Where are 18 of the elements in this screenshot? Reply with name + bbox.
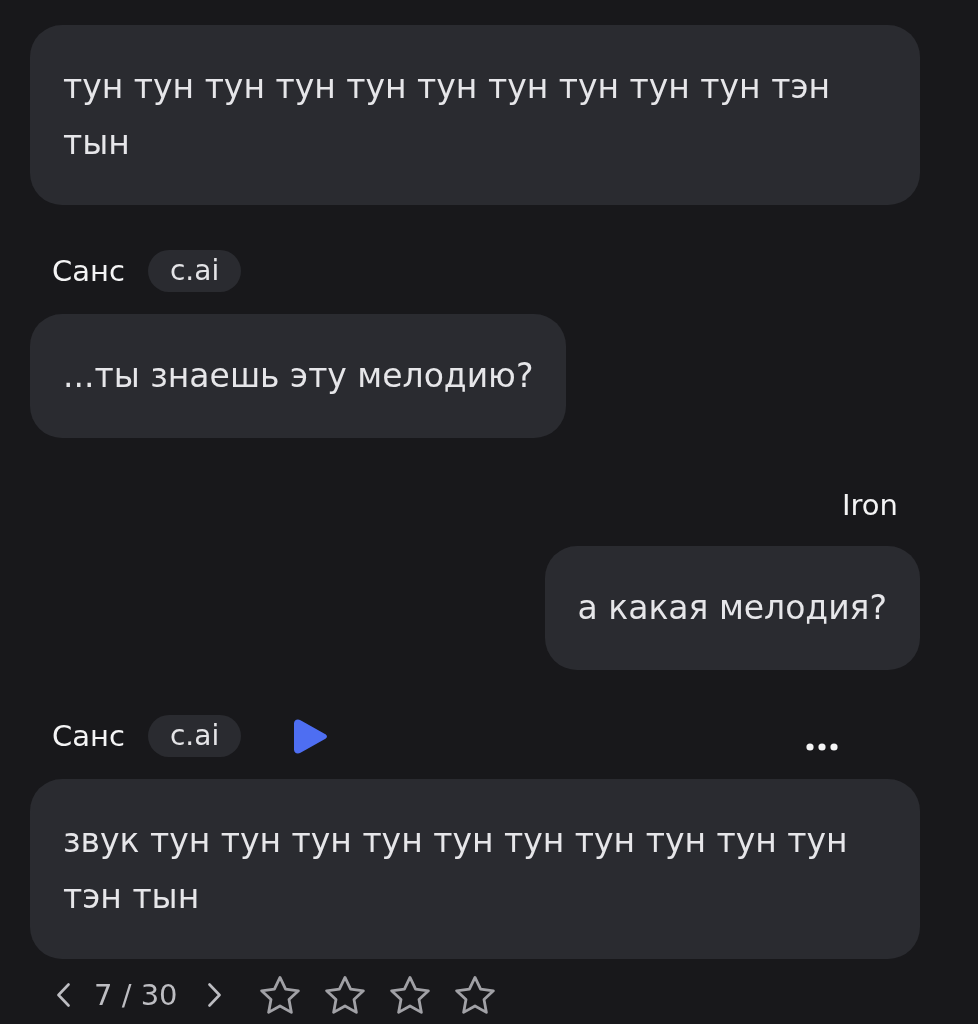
page-counter: 7 / 30	[94, 978, 178, 1012]
star-icon[interactable]	[323, 975, 366, 1015]
chevron-right-icon[interactable]	[207, 983, 221, 1007]
message-bubble: а какая мелодия?	[544, 546, 920, 670]
character-name: Санс	[52, 719, 125, 753]
more-options-icon[interactable]	[806, 743, 838, 751]
chevron-left-icon[interactable]	[57, 983, 70, 1007]
source-tag: c.ai	[147, 715, 242, 757]
message-bubble: звук тун тун тун тун тун тун тун тун тун тун тэн тын	[30, 779, 920, 959]
star-icon[interactable]	[258, 975, 301, 1015]
star-icon[interactable]	[388, 975, 431, 1015]
character-name: Санс	[52, 254, 125, 288]
message-bubble: тун тун тун тун тун тун тун тун тун тун тэн тын	[30, 25, 920, 205]
user-name: Iron	[842, 488, 898, 522]
play-icon[interactable]	[294, 718, 328, 754]
source-tag: c.ai	[147, 250, 242, 292]
message-bubble: ...ты знаешь эту мелодию?	[30, 314, 567, 438]
star-icon[interactable]	[453, 975, 496, 1015]
